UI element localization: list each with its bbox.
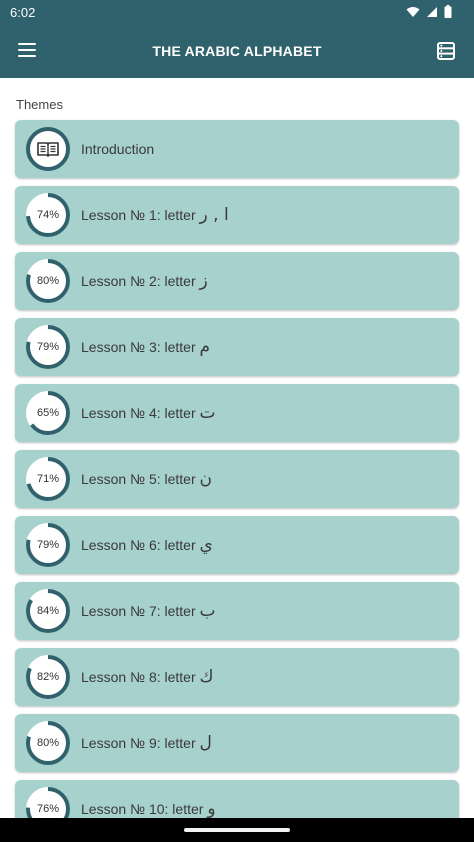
page-title: THE ARABIC ALPHABET — [152, 43, 322, 59]
progress-ring: 82% — [25, 654, 71, 700]
lesson-label: Lesson № 7: letter ب — [81, 582, 216, 640]
app-bar: 6:02 THE ARABIC ALPHABET — [0, 0, 474, 78]
list-view-icon[interactable] — [432, 37, 460, 65]
lesson-letter: ل — [199, 733, 212, 753]
progress-percent: 65% — [36, 407, 60, 419]
lesson-card[interactable]: 79% Lesson № 3: letter م — [15, 318, 459, 376]
progress-ring: 74% — [25, 192, 71, 238]
system-nav-bar — [0, 818, 474, 842]
lesson-title: Lesson № 7: letter — [81, 603, 200, 619]
lesson-title: Lesson № 6: letter — [81, 537, 200, 553]
progress-ring: 65% — [25, 390, 71, 436]
gesture-handle[interactable] — [184, 828, 290, 832]
progress-percent: 84% — [36, 605, 60, 617]
lesson-title: Lesson № 8: letter — [81, 669, 200, 685]
toolbar: THE ARABIC ALPHABET — [0, 24, 474, 78]
lesson-title: Lesson № 3: letter — [81, 339, 200, 355]
lesson-title: Lesson № 10: letter — [81, 801, 208, 817]
progress-percent: 74% — [36, 209, 60, 221]
status-icons — [406, 5, 452, 18]
progress-percent: 80% — [36, 275, 60, 287]
lesson-title: Lesson № 1: letter — [81, 207, 200, 223]
lesson-title: Lesson № 2: letter — [81, 273, 200, 289]
progress-ring: 71% — [25, 456, 71, 502]
lesson-card[interactable]: 74% Lesson № 1: letter ا , ر — [15, 186, 459, 244]
theme-list: Introduction 74% Lesson № 1: letter ا , ر… — [15, 120, 459, 842]
battery-icon — [444, 5, 452, 18]
progress-ring: 79% — [25, 324, 71, 370]
lesson-letter: و — [207, 799, 216, 819]
lesson-card[interactable]: 82% Lesson № 8: letter ك — [15, 648, 459, 706]
lesson-letter: ت — [199, 403, 216, 423]
lesson-label: Lesson № 5: letter ن — [81, 450, 212, 508]
progress-percent: 71% — [36, 473, 60, 485]
lesson-label: Lesson № 3: letter م — [81, 318, 210, 376]
lesson-card[interactable]: 80% Lesson № 9: letter ل — [15, 714, 459, 772]
open-book-icon — [26, 127, 70, 171]
lesson-label: Lesson № 4: letter ت — [81, 384, 216, 442]
lesson-card[interactable]: 65% Lesson № 4: letter ت — [15, 384, 459, 442]
lesson-label: Lesson № 6: letter ي — [81, 516, 213, 574]
lesson-card[interactable]: 80% Lesson № 2: letter ز — [15, 252, 459, 310]
lesson-letter: ا , ر — [199, 205, 229, 225]
introduction-badge — [25, 126, 71, 172]
lesson-label: Lesson № 2: letter ز — [81, 252, 208, 310]
lesson-title: Lesson № 5: letter — [81, 471, 200, 487]
progress-ring: 80% — [25, 258, 71, 304]
progress-ring: 79% — [25, 522, 71, 568]
lesson-letter: ز — [199, 271, 208, 291]
status-bar: 6:02 — [0, 0, 474, 24]
progress-percent: 80% — [36, 737, 60, 749]
lesson-letter: م — [199, 337, 211, 357]
progress-percent: 82% — [36, 671, 60, 683]
wifi-icon — [406, 6, 420, 17]
cellular-signal-icon — [427, 6, 437, 17]
lesson-card[interactable]: 79% Lesson № 6: letter ي — [15, 516, 459, 574]
lesson-label: Lesson № 1: letter ا , ر — [81, 186, 229, 244]
lesson-title: Lesson № 9: letter — [81, 735, 200, 751]
lesson-label: Lesson № 8: letter ك — [81, 648, 214, 706]
progress-ring: 80% — [25, 720, 71, 766]
lesson-letter: ب — [199, 601, 216, 621]
section-label: Themes — [16, 97, 63, 112]
lesson-letter: ي — [199, 535, 213, 555]
lesson-card[interactable]: 84% Lesson № 7: letter ب — [15, 582, 459, 640]
lesson-label: Lesson № 9: letter ل — [81, 714, 212, 772]
lesson-title: Lesson № 4: letter — [81, 405, 200, 421]
status-time: 6:02 — [10, 5, 36, 20]
progress-ring: 84% — [25, 588, 71, 634]
lesson-letter: ن — [199, 469, 213, 489]
lesson-letter: ك — [199, 667, 214, 687]
lesson-card[interactable]: 71% Lesson № 5: letter ن — [15, 450, 459, 508]
progress-percent: 79% — [36, 539, 60, 551]
progress-percent: 79% — [36, 341, 60, 353]
introduction-label: Introduction — [81, 141, 155, 157]
introduction-card[interactable]: Introduction — [15, 120, 459, 178]
